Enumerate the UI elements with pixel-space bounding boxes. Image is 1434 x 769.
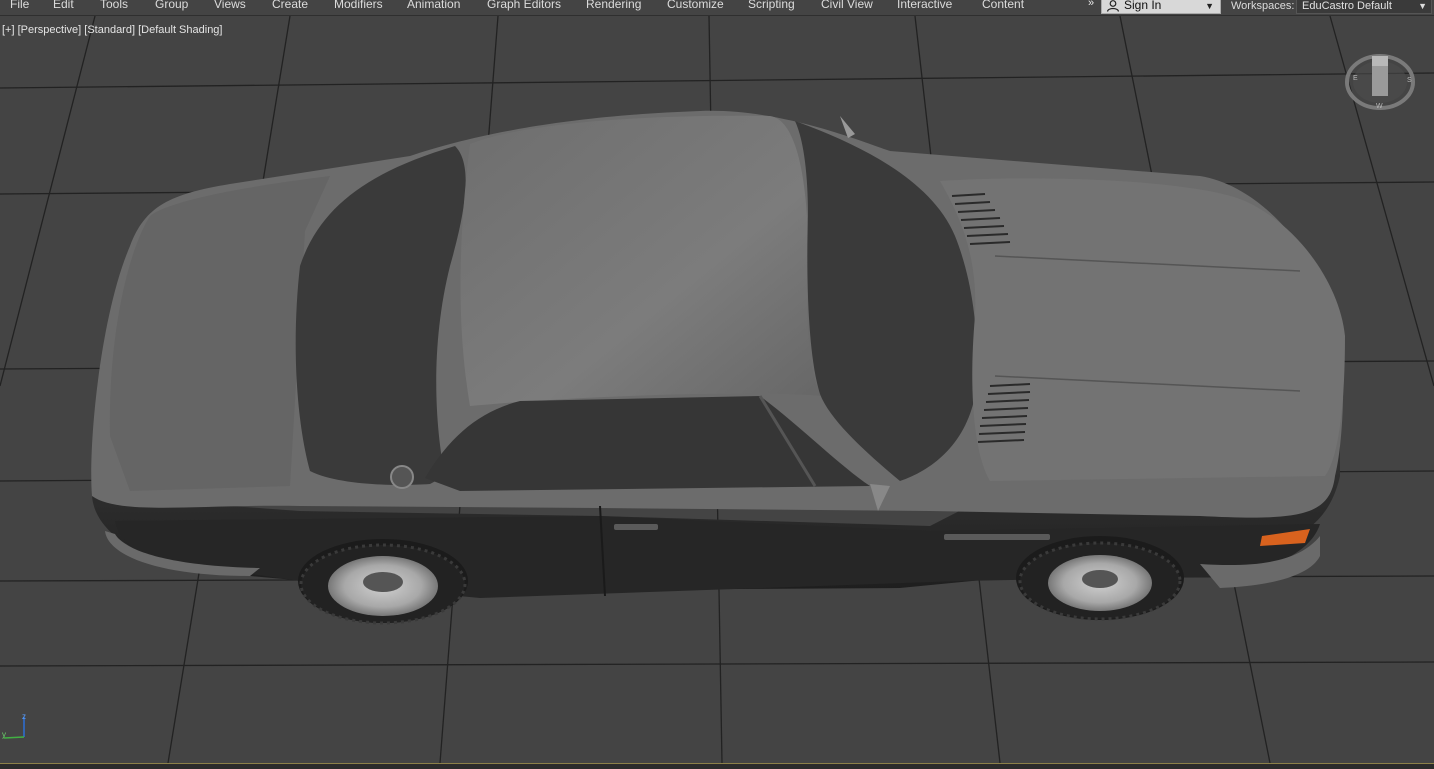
- bottom-status-strip: [0, 763, 1434, 769]
- viewport-plus-menu[interactable]: [+]: [2, 24, 15, 36]
- workspaces-label: Workspaces:: [1231, 0, 1295, 12]
- svg-text:W: W: [1376, 103, 1383, 110]
- svg-text:S: S: [1407, 77, 1412, 84]
- menu-file[interactable]: File: [10, 0, 29, 13]
- axis-z-label: z: [22, 712, 26, 721]
- double-chevron-right-icon[interactable]: »: [1088, 0, 1094, 9]
- hood: [940, 178, 1345, 481]
- menu-bar: File Edit Tools Group Views Create Modif…: [0, 0, 1434, 16]
- sign-in-dropdown[interactable]: Sign In ▼: [1101, 0, 1221, 14]
- perspective-viewport[interactable]: [+] [Perspective] [Standard] [Default Sh…: [0, 16, 1434, 763]
- viewport-scene: [0, 16, 1434, 763]
- menu-interactive[interactable]: Interactive: [897, 0, 952, 13]
- menu-group[interactable]: Group: [155, 0, 188, 13]
- menu-edit[interactable]: Edit: [53, 0, 74, 13]
- axis-tripod-icon: z y: [2, 712, 26, 739]
- front-wheel: [1016, 536, 1184, 621]
- workspaces-select[interactable]: EduCastro Default ▼: [1296, 0, 1432, 14]
- chevron-down-icon: ▼: [1418, 1, 1427, 11]
- 3ds-max-window: File Edit Tools Group Views Create Modif…: [0, 0, 1434, 769]
- viewcube-compass-icon[interactable]: E S W: [1343, 50, 1417, 114]
- viewport-view-menu[interactable]: [Perspective]: [18, 24, 82, 36]
- menu-content[interactable]: Content: [982, 0, 1024, 13]
- workspaces-value: EduCastro Default: [1302, 0, 1392, 12]
- rear-wheel: [298, 539, 468, 625]
- menu-tools[interactable]: Tools: [100, 0, 128, 13]
- sign-in-label: Sign In: [1124, 0, 1162, 12]
- axis-y-label: y: [2, 730, 6, 739]
- menu-animation[interactable]: Animation: [407, 0, 460, 13]
- menu-views[interactable]: Views: [214, 0, 246, 13]
- svg-text:E: E: [1353, 75, 1358, 82]
- menu-scripting[interactable]: Scripting: [748, 0, 795, 13]
- menu-rendering[interactable]: Rendering: [586, 0, 641, 13]
- viewport-shading-menu[interactable]: [Default Shading]: [138, 24, 222, 36]
- roof: [460, 115, 822, 406]
- viewport-label-menu: [+] [Perspective] [Standard] [Default Sh…: [2, 23, 222, 37]
- car-model[interactable]: [91, 110, 1345, 625]
- menu-customize[interactable]: Customize: [667, 0, 724, 13]
- person-icon: [1106, 0, 1120, 12]
- viewport-mode-menu[interactable]: [Standard]: [84, 24, 135, 36]
- menu-modifiers[interactable]: Modifiers: [334, 0, 383, 13]
- chevron-down-icon: ▼: [1205, 1, 1214, 11]
- menu-create[interactable]: Create: [272, 0, 308, 13]
- menu-graph-editors[interactable]: Graph Editors: [487, 0, 561, 13]
- menu-civil-view[interactable]: Civil View: [821, 0, 873, 13]
